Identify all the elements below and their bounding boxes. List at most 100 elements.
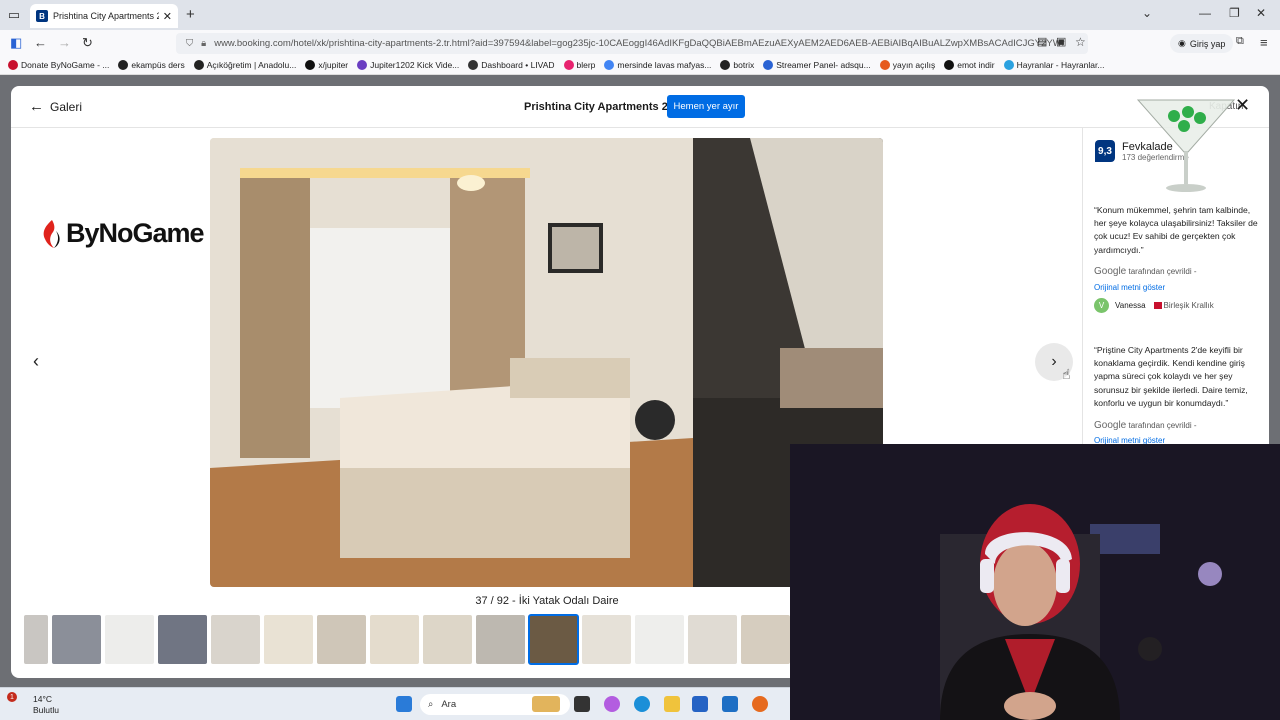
address-bar[interactable]: ⛉ 🔒︎ www.booking.com/hotel/xk/prishtina-… bbox=[176, 33, 1088, 54]
bookmark-label: botrix bbox=[733, 60, 755, 70]
bookmark-item[interactable]: Donate ByNoGame - ... bbox=[8, 60, 109, 70]
modal-header: ← Galeri Prishtina City Apartments 2 Hem… bbox=[11, 86, 1269, 128]
forward-icon[interactable]: → bbox=[58, 35, 71, 50]
uk-flag-icon bbox=[1153, 302, 1162, 309]
bookmark-label: Donate ByNoGame - ... bbox=[21, 60, 110, 70]
menu-icon[interactable]: ≡ bbox=[1260, 35, 1268, 50]
extensions-icon[interactable]: ⧉ bbox=[1236, 35, 1244, 48]
google-translate-note: Google tarafından çevrildi - bbox=[1094, 266, 1197, 277]
active-tab[interactable]: B Prishtina City Apartments 2, Pri ✕ bbox=[30, 4, 178, 28]
flame-logo-icon bbox=[43, 219, 60, 248]
bookmark-item[interactable]: ekampüs ders bbox=[118, 60, 185, 70]
gallery-thumbnail[interactable] bbox=[24, 615, 48, 664]
gallery-thumbnail[interactable] bbox=[741, 615, 790, 664]
bookmark-favicon-icon bbox=[563, 60, 574, 70]
store-icon[interactable] bbox=[692, 696, 708, 712]
review-text: “Priştine City Apartments 2'de keyifli b… bbox=[1094, 345, 1248, 408]
gallery-thumbnail[interactable] bbox=[105, 615, 154, 664]
booking-favicon-icon: B bbox=[36, 10, 48, 22]
reserve-button[interactable]: Hemen yer ayır bbox=[667, 95, 745, 118]
bookmark-item[interactable]: botrix bbox=[720, 60, 754, 70]
bookmark-label: Streamer Panel- adsqu... bbox=[776, 60, 871, 70]
bookmark-item[interactable]: blerp bbox=[563, 60, 595, 70]
pocket-icon[interactable]: ▣ bbox=[1056, 35, 1066, 48]
bookmark-item[interactable]: Streamer Panel- adsqu... bbox=[763, 60, 871, 70]
bookmark-item[interactable]: mersinde lavas mafyas... bbox=[604, 60, 711, 70]
bookmark-item[interactable]: Dashboard • LIVAD bbox=[468, 60, 555, 70]
back-icon[interactable]: ← bbox=[34, 35, 47, 50]
bookmark-label: Jupiter1202 Kick Vide... bbox=[370, 60, 460, 70]
gallery-thumbnail[interactable] bbox=[211, 615, 260, 664]
maximize-icon[interactable]: ❐ bbox=[1229, 6, 1240, 20]
score-badge: 9,3 bbox=[1095, 140, 1115, 162]
gallery-back-button[interactable]: ← Galeri bbox=[29, 98, 82, 115]
bookmark-favicon-icon bbox=[604, 60, 615, 70]
windows-taskbar: 1 14°C Bulutlu ⌕ Ara bbox=[0, 687, 790, 720]
gallery-thumbnail[interactable] bbox=[528, 614, 579, 665]
gallery-thumbnail[interactable] bbox=[688, 615, 737, 664]
gallery-thumbnail[interactable] bbox=[635, 615, 684, 664]
window-close-icon[interactable]: ✕ bbox=[1256, 6, 1266, 20]
gallery-thumbnail[interactable] bbox=[370, 615, 419, 664]
tab-bar: ▭ B Prishtina City Apartments 2, Pri ✕ +… bbox=[0, 0, 1280, 30]
bookmark-item[interactable]: yayın açılış bbox=[879, 60, 936, 70]
reviewer: V Vanessa Birleşik Krallık bbox=[1094, 298, 1214, 313]
reload-icon[interactable]: ↻ bbox=[82, 35, 93, 51]
bookmark-star-icon[interactable]: ☆ bbox=[1075, 35, 1086, 49]
file-explorer-icon[interactable] bbox=[664, 696, 680, 712]
google-translate-note: Google tarafından çevrildi - bbox=[1094, 420, 1197, 431]
sign-in-button[interactable]: ◉ Giriş yap bbox=[1170, 34, 1234, 53]
bookmark-favicon-icon bbox=[1003, 60, 1014, 70]
bookmark-label: yayın açılış bbox=[892, 60, 936, 70]
gallery-thumbnail[interactable] bbox=[52, 615, 101, 664]
temperature: 14°C bbox=[33, 694, 52, 704]
hand-cursor-icon: ☝︎ bbox=[1062, 366, 1071, 382]
bookmark-item[interactable]: emot indir bbox=[944, 60, 995, 70]
tab-close-icon[interactable]: ✕ bbox=[163, 10, 172, 23]
task-view-icon[interactable] bbox=[574, 696, 590, 712]
reader-view-icon[interactable]: ▤ bbox=[1037, 35, 1047, 48]
url-text: www.booking.com/hotel/xk/prishtina-city-… bbox=[214, 38, 1065, 49]
sidebar-icon[interactable]: ◧ bbox=[10, 35, 22, 51]
bookmark-item[interactable]: Jupiter1202 Kick Vide... bbox=[357, 60, 459, 70]
search-highlight-icon bbox=[532, 696, 560, 712]
gallery-photo bbox=[210, 138, 883, 587]
tab-list-icon[interactable]: ▭ bbox=[0, 0, 28, 30]
logo-text: ByNoGame bbox=[66, 218, 205, 248]
show-original-link[interactable]: Orijinal metni göster bbox=[1094, 283, 1165, 292]
bookmark-item[interactable]: x/jupiter bbox=[305, 60, 348, 70]
copilot-icon[interactable] bbox=[604, 696, 620, 712]
bookmark-item[interactable]: Açıköğretim | Anadolu... bbox=[193, 60, 297, 70]
weather-widget[interactable]: 14°C Bulutlu bbox=[33, 694, 59, 716]
avatar: V bbox=[1094, 298, 1109, 313]
bynogame-logo: ByNoGame bbox=[40, 218, 205, 249]
bookmark-favicon-icon bbox=[193, 60, 204, 70]
gallery-thumbnail[interactable] bbox=[476, 615, 525, 664]
previous-photo-icon[interactable]: ‹ bbox=[33, 351, 39, 372]
martini-glass-overlay-icon bbox=[1136, 99, 1236, 192]
bookmark-favicon-icon bbox=[720, 60, 731, 70]
gallery-thumbnail[interactable] bbox=[264, 615, 313, 664]
bookmark-item[interactable]: Hayranlar - Hayranlar... bbox=[1003, 60, 1105, 70]
bookmark-label: Hayranlar - Hayranlar... bbox=[1016, 60, 1105, 70]
lock-icon: 🔒︎ bbox=[201, 38, 207, 49]
gallery-thumbnail[interactable] bbox=[582, 615, 631, 664]
tab-title: Prishtina City Apartments 2, Pri bbox=[53, 11, 159, 21]
bookmark-label: mersinde lavas mafyas... bbox=[617, 60, 712, 70]
outlook-icon[interactable] bbox=[722, 696, 738, 712]
minimize-icon[interactable]: — bbox=[1199, 6, 1211, 20]
edge-icon[interactable] bbox=[634, 696, 650, 712]
gallery-thumbnail[interactable] bbox=[158, 615, 207, 664]
bookmark-label: Açıköğretim | Anadolu... bbox=[206, 60, 297, 70]
new-tab-icon[interactable]: + bbox=[186, 6, 195, 23]
google-label: Google bbox=[1094, 266, 1127, 277]
bookmark-favicon-icon bbox=[944, 60, 955, 70]
google-label: Google bbox=[1094, 420, 1127, 431]
translated-label: tarafından çevrildi - bbox=[1128, 421, 1197, 430]
gallery-thumbnail[interactable] bbox=[317, 615, 366, 664]
firefox-icon[interactable] bbox=[752, 696, 768, 712]
gallery-thumbnail[interactable] bbox=[423, 615, 472, 664]
notification-badge: 1 bbox=[7, 692, 17, 702]
tab-overflow-chevron-icon[interactable]: ⌄ bbox=[1142, 6, 1152, 20]
start-icon[interactable] bbox=[396, 696, 412, 712]
